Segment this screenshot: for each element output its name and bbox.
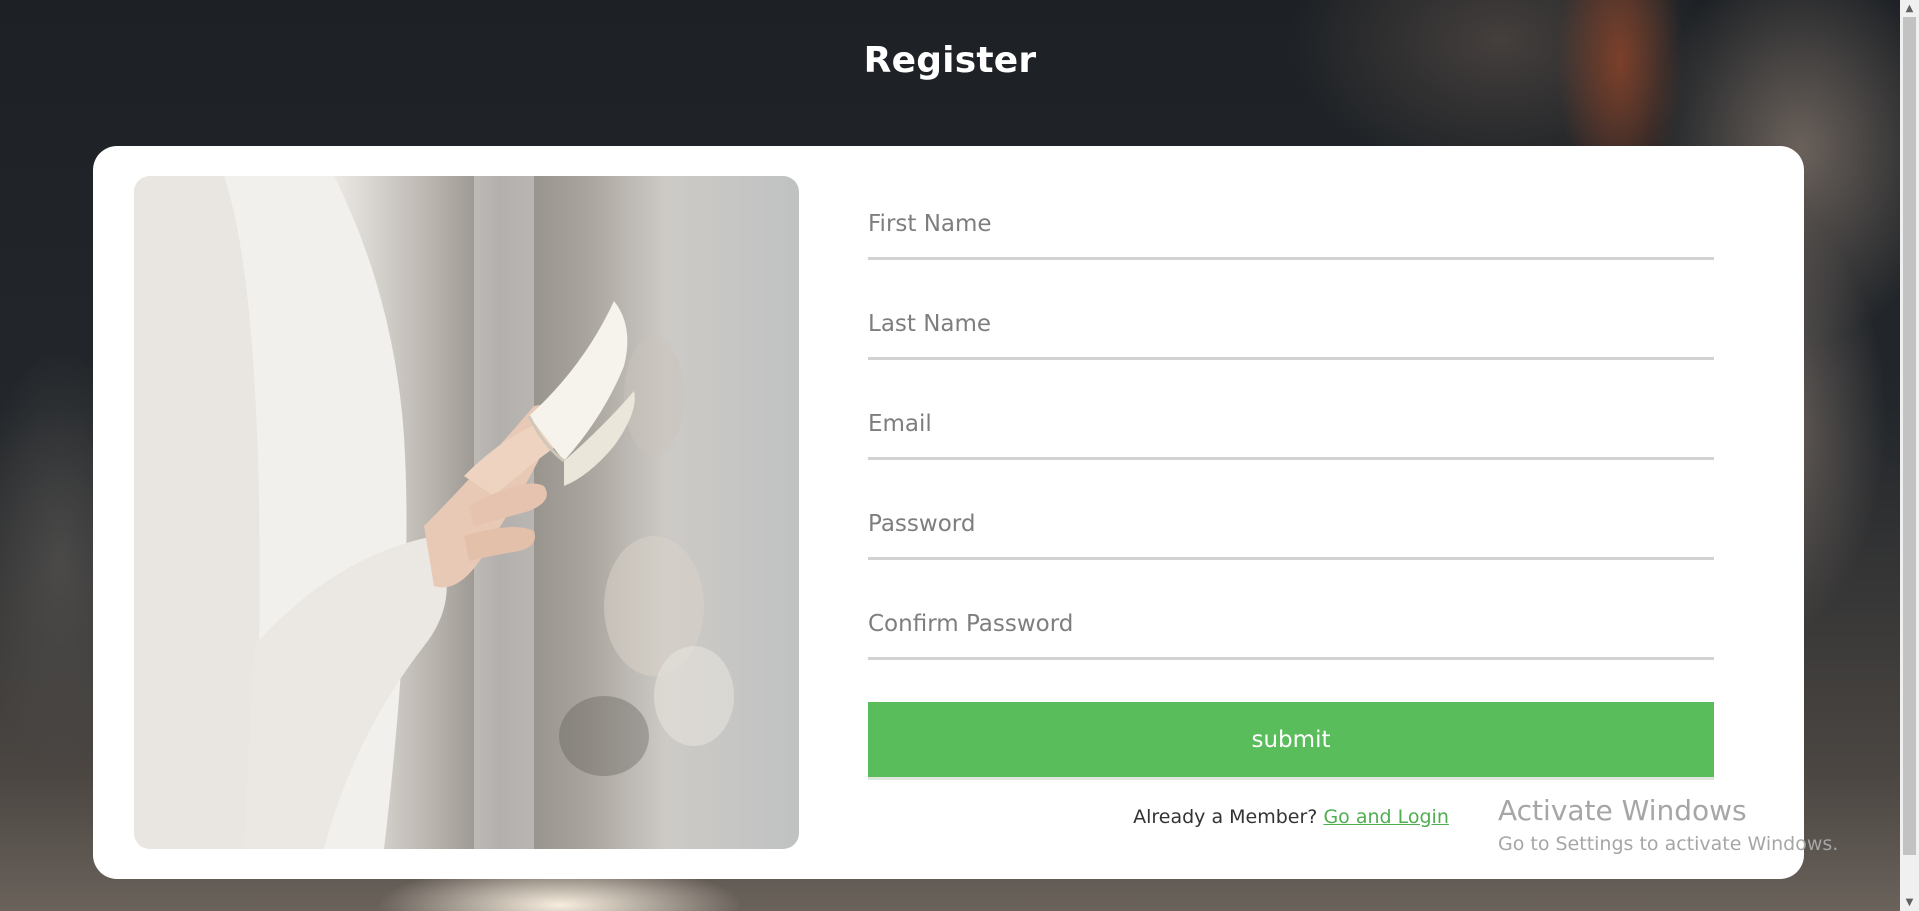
go-and-login-link[interactable]: Go and Login [1323,806,1448,828]
first-name-input[interactable] [868,176,1714,260]
confirm-password-input[interactable] [868,576,1714,660]
submit-button[interactable]: submit [868,702,1714,780]
register-form: submit Already a Member? Go and Login [868,176,1714,828]
password-field [868,476,1714,576]
last-name-field [868,276,1714,376]
password-input[interactable] [868,476,1714,560]
scroll-down-icon[interactable]: ▼ [1900,894,1919,911]
page-title: Register [863,40,1037,81]
last-name-input[interactable] [868,276,1714,360]
email-input[interactable] [868,376,1714,460]
first-name-field [868,176,1714,276]
scrollbar-thumb[interactable] [1903,17,1916,855]
activate-windows-watermark: Activate Windows Go to Settings to activ… [1498,794,1838,855]
hero-image [134,176,799,849]
scroll-up-icon[interactable]: ▲ [1900,0,1919,17]
woman-reading-book-image [134,176,734,849]
register-card: submit Already a Member? Go and Login [93,146,1804,879]
confirm-password-field [868,576,1714,676]
email-field [868,376,1714,476]
member-prompt-text: Already a Member? [1133,806,1318,828]
watermark-subtitle: Go to Settings to activate Windows. [1498,833,1839,855]
vertical-scrollbar[interactable]: ▲ ▼ [1900,0,1919,911]
watermark-title: Activate Windows [1498,794,1747,827]
